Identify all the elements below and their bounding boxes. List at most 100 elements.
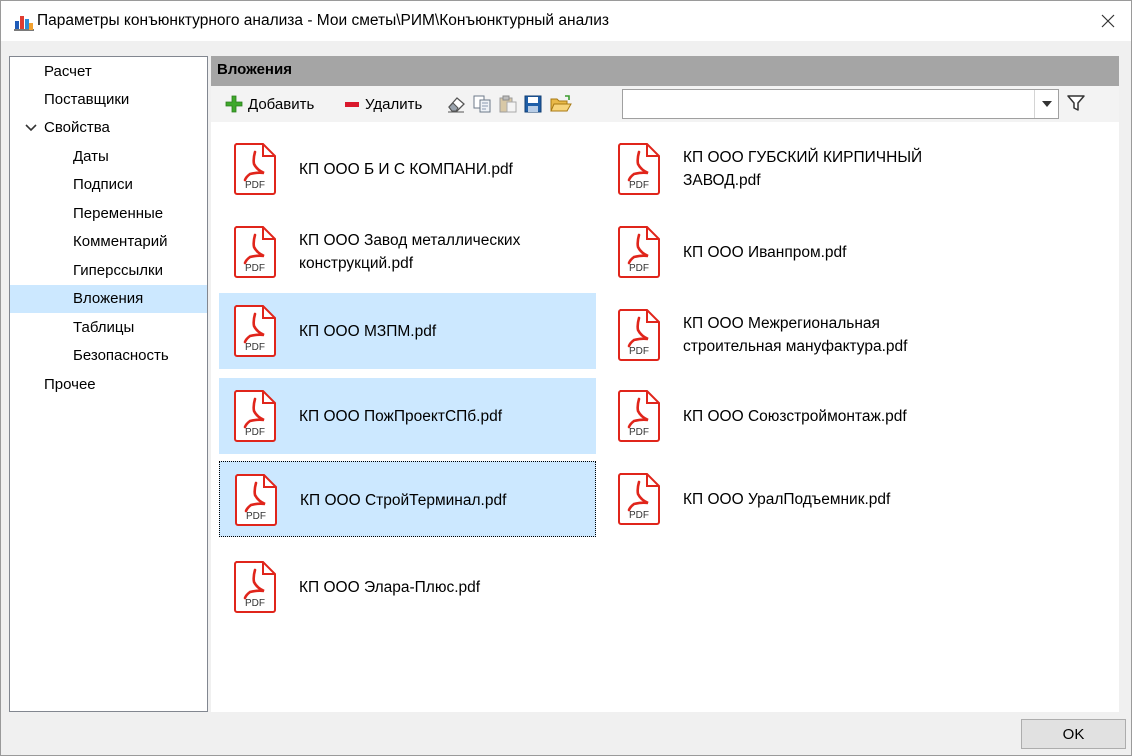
nav-item-label: Свойства <box>44 119 110 136</box>
nav-item-label: Комментарий <box>73 233 168 250</box>
clear-button[interactable] <box>446 91 466 117</box>
toolbar: Добавить Удалить <box>211 86 1119 122</box>
add-button-label: Добавить <box>248 95 315 113</box>
filter-combobox[interactable] <box>622 89 1059 119</box>
file-item[interactable]: PDF КП ООО Иванпром.pdf <box>603 214 980 290</box>
paste-icon <box>499 95 517 113</box>
funnel-icon <box>1067 95 1085 111</box>
pdf-file-icon: PDF <box>234 390 276 442</box>
pdf-icon-label: PDF <box>246 511 266 522</box>
nav-item-label: Таблицы <box>73 319 135 336</box>
file-item[interactable]: PDF КП ООО УралПодъемник.pdf <box>603 461 980 537</box>
nav-item-label: Даты <box>73 148 109 165</box>
file-item[interactable]: PDF КП ООО ПожПроектСПб.pdf <box>219 378 596 454</box>
file-name: КП ООО ГУБСКИЙ КИРПИЧНЫЙ ЗАВОД.pdf <box>683 149 923 189</box>
paste-button[interactable] <box>498 91 518 117</box>
pdf-file-icon: PDF <box>234 305 276 357</box>
nav-item-daty[interactable]: Даты <box>10 143 207 171</box>
file-item[interactable]: PDF КП ООО МЗПМ.pdf <box>219 293 596 369</box>
nav-item-label: Гиперссылки <box>73 262 163 279</box>
save-button[interactable] <box>524 91 542 117</box>
nav-item-label: Поставщики <box>44 91 130 108</box>
nav-item-label: Безопасность <box>73 347 169 364</box>
pdf-icon-label: PDF <box>629 263 649 274</box>
file-item[interactable]: PDF КП ООО Завод металлических конструкц… <box>219 214 596 290</box>
window-title: Параметры конъюнктурного анализа - Мои с… <box>37 12 609 29</box>
title-bar: Параметры конъюнктурного анализа - Мои с… <box>1 1 1131 41</box>
app-chart-icon <box>14 16 34 31</box>
nav-item-label: Подписи <box>73 176 133 193</box>
nav-item-peremennye[interactable]: Переменные <box>10 200 207 228</box>
section-header: Вложения <box>211 56 1119 86</box>
attachments-panel: Вложения Добавить Удалить PDF КП ООО Б И… <box>211 56 1119 712</box>
file-name: КП ООО СтройТерминал.pdf <box>300 491 507 509</box>
pdf-file-icon: PDF <box>234 226 276 278</box>
nav-item-label: Прочее <box>44 376 96 393</box>
pdf-icon-label: PDF <box>245 342 265 353</box>
pdf-file-icon: PDF <box>235 474 277 526</box>
file-item[interactable]: PDF КП ООО Б И С КОМПАНИ.pdf <box>219 131 596 207</box>
nav-item-podpisi[interactable]: Подписи <box>10 171 207 199</box>
file-name: КП ООО ПожПроектСПб.pdf <box>299 407 503 425</box>
pdf-icon-label: PDF <box>629 180 649 191</box>
plus-icon <box>225 95 243 113</box>
file-name: КП ООО Межрегиональная строительная ману… <box>683 315 908 355</box>
file-item[interactable]: PDF КП ООО Межрегиональная строительная … <box>603 297 980 373</box>
dropdown-arrow[interactable] <box>1034 90 1058 118</box>
section-title: Вложения <box>217 61 292 78</box>
pdf-file-icon: PDF <box>234 561 276 613</box>
close-icon <box>1101 14 1115 28</box>
dialog-window: Параметры конъюнктурного анализа - Мои с… <box>0 0 1132 756</box>
file-item[interactable]: PDF КП ООО Элара-Плюс.pdf <box>219 549 596 625</box>
ok-button[interactable]: OK <box>1021 719 1126 749</box>
copy-icon <box>473 95 491 113</box>
nav-item-label: Вложения <box>73 290 144 307</box>
nav-item-svoystva[interactable]: Свойства <box>10 114 207 142</box>
file-name: КП ООО Элара-Плюс.pdf <box>299 578 481 596</box>
copy-button[interactable] <box>472 91 492 117</box>
pdf-file-icon: PDF <box>618 309 660 361</box>
file-name: КП ООО Завод металлических конструкций.p… <box>299 232 521 272</box>
file-item[interactable]: PDF КП ООО СтройТерминал.pdf <box>219 461 596 537</box>
pdf-file-icon: PDF <box>618 390 660 442</box>
file-name: КП ООО МЗПМ.pdf <box>299 322 437 340</box>
settings-nav-tree: Расчет Поставщики Свойства Даты Подписи … <box>9 56 208 712</box>
file-name: КП ООО Союзстроймонтаж.pdf <box>683 407 907 425</box>
file-item[interactable]: PDF КП ООО ГУБСКИЙ КИРПИЧНЫЙ ЗАВОД.pdf <box>603 131 980 207</box>
nav-item-giperssylki[interactable]: Гиперссылки <box>10 257 207 285</box>
eraser-icon <box>448 97 465 113</box>
pdf-icon-label: PDF <box>245 180 265 191</box>
file-item[interactable]: PDF КП ООО Союзстроймонтаж.pdf <box>603 378 980 454</box>
pdf-icon-label: PDF <box>629 510 649 521</box>
nav-item-raschet[interactable]: Расчет <box>10 58 207 86</box>
chevron-down-icon[interactable] <box>25 114 39 142</box>
pdf-icon-label: PDF <box>629 427 649 438</box>
delete-button-label: Удалить <box>365 95 423 113</box>
close-button[interactable] <box>1085 1 1131 41</box>
nav-item-postavshchiki[interactable]: Поставщики <box>10 86 207 114</box>
chevron-down-icon <box>1041 101 1052 107</box>
pdf-file-icon: PDF <box>618 143 660 195</box>
filter-button[interactable] <box>1066 93 1086 117</box>
nav-item-vlozheniya[interactable]: Вложения <box>10 285 207 313</box>
open-folder-button[interactable] <box>550 91 572 117</box>
open-folder-icon <box>550 95 572 112</box>
save-icon <box>524 95 542 113</box>
ok-button-label: OK <box>1062 725 1085 743</box>
nav-item-bezopasnost[interactable]: Безопасность <box>10 342 207 370</box>
add-button[interactable]: Добавить <box>225 91 314 117</box>
file-name: КП ООО Б И С КОМПАНИ.pdf <box>299 160 513 178</box>
pdf-file-icon: PDF <box>234 143 276 195</box>
pdf-icon-label: PDF <box>245 598 265 609</box>
minus-icon <box>345 102 359 107</box>
file-name: КП ООО УралПодъемник.pdf <box>683 490 891 508</box>
file-name: КП ООО Иванпром.pdf <box>683 243 847 261</box>
delete-button[interactable]: Удалить <box>344 91 422 117</box>
pdf-icon-label: PDF <box>245 427 265 438</box>
pdf-icon-label: PDF <box>629 346 649 357</box>
nav-item-tablitsy[interactable]: Таблицы <box>10 314 207 342</box>
nav-item-kommentariy[interactable]: Комментарий <box>10 228 207 256</box>
nav-item-label: Переменные <box>73 205 164 222</box>
nav-item-prochee[interactable]: Прочее <box>10 371 207 399</box>
pdf-file-icon: PDF <box>618 226 660 278</box>
